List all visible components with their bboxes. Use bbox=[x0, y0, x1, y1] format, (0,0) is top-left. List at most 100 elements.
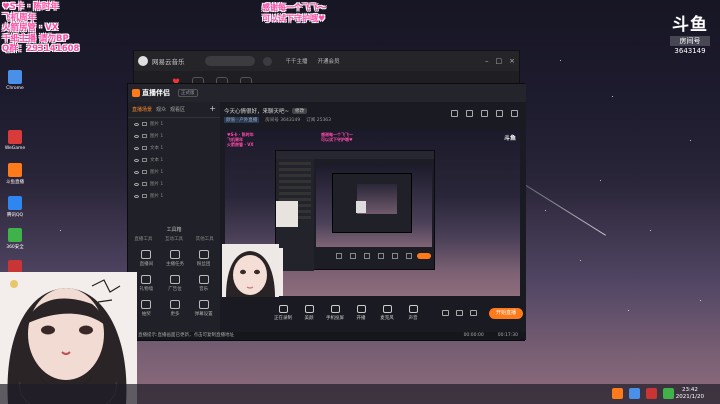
netease-user[interactable]: 千千主播 bbox=[286, 57, 308, 65]
visibility-icon[interactable] bbox=[134, 122, 139, 126]
webcam-face bbox=[222, 244, 279, 297]
tool-item[interactable]: 主播任务 bbox=[161, 250, 190, 267]
mic-button[interactable]: 麦克风 bbox=[374, 305, 400, 321]
microphone-icon[interactable] bbox=[262, 56, 272, 66]
visibility-icon[interactable] bbox=[134, 194, 139, 198]
tool-item[interactable]: 更多 bbox=[161, 300, 190, 317]
taskbar: 23:42 2021/1/20 bbox=[0, 384, 720, 404]
speaker-icon bbox=[408, 305, 418, 313]
tool-item[interactable]: 弹幕设置 bbox=[189, 300, 218, 317]
phone-icon bbox=[330, 305, 340, 313]
stream-title[interactable]: 今天心情很好，来聊天吧~ bbox=[224, 107, 289, 115]
visibility-icon[interactable] bbox=[134, 146, 139, 150]
danmaku-icon bbox=[198, 300, 209, 309]
desktop-icon-360[interactable]: 360安全 bbox=[2, 228, 28, 258]
taskbar-douyu-icon[interactable] bbox=[612, 388, 623, 399]
douyu-logo: 斗鱼 房间号 3643149 bbox=[670, 15, 710, 55]
gift-icon bbox=[141, 275, 152, 284]
add-scene-icon[interactable]: + bbox=[209, 105, 216, 113]
category-badge[interactable]: 颜值 · 户外直播 bbox=[224, 117, 260, 123]
settings-icon[interactable] bbox=[451, 110, 458, 117]
minimize-icon[interactable]: – bbox=[485, 57, 489, 65]
record-button[interactable]: 正在录制 bbox=[270, 305, 296, 321]
layout-icon[interactable] bbox=[481, 110, 488, 117]
scene-item[interactable]: 图片 1 bbox=[128, 190, 220, 202]
desktop-icon-wegame[interactable]: WeGame bbox=[2, 130, 28, 160]
scene-item[interactable]: 文本 1 bbox=[128, 154, 220, 166]
streamer-info-overlay: ♥S卡 · 陈时年 飞机周年 火箭房管 · VX 千纸主播 请勿BP Q群：29… bbox=[2, 2, 80, 55]
desktop-icon-douyu[interactable]: 斗鱼直播 bbox=[2, 163, 28, 193]
thanks-overlay: 感谢每一个飞飞～ 可以试下守护哦♥ bbox=[262, 3, 326, 23]
beauty-button[interactable]: 美颜 bbox=[296, 305, 322, 321]
ad-icon bbox=[169, 275, 180, 284]
text-icon bbox=[142, 146, 147, 150]
preview-overlay-text: ♥S卡 · 陈时年 飞机周年 火箭房管 · VX bbox=[227, 132, 254, 147]
gear-icon[interactable] bbox=[470, 310, 477, 316]
visibility-icon[interactable] bbox=[134, 158, 139, 162]
mirror-button[interactable]: 手机投屏 bbox=[322, 305, 348, 321]
tool-item[interactable]: 直播间 bbox=[132, 250, 161, 267]
beauty-icon bbox=[304, 305, 314, 313]
share-icon[interactable] bbox=[511, 110, 518, 117]
start-live-button[interactable]: 开始直播 bbox=[489, 307, 523, 319]
stream-controls: 正在录制 美颜 手机投屏 开播 麦克风 声音 开始直播 bbox=[220, 300, 526, 326]
desktop-icon-qq[interactable]: 腾讯QQ bbox=[2, 196, 28, 226]
toolbox-tab[interactable]: 直播工具 bbox=[134, 236, 152, 242]
scene-item[interactable]: 图片 1 bbox=[128, 178, 220, 190]
tool-item[interactable]: 广告位 bbox=[161, 275, 190, 292]
scene-item[interactable]: 图片 1 bbox=[128, 130, 220, 142]
live-app-logo: 直播伴侣 bbox=[132, 88, 170, 98]
taskbar-browser-icon[interactable] bbox=[629, 388, 640, 399]
netease-title: 网易云音乐 bbox=[152, 58, 185, 66]
scene-item[interactable]: 文本 1 bbox=[128, 142, 220, 154]
wegame-icon bbox=[8, 130, 22, 144]
broadcast-button[interactable]: 开播 bbox=[348, 305, 374, 321]
preview-douyu-logo: 斗鱼 bbox=[503, 135, 516, 142]
tab-viewing[interactable]: 观看区 bbox=[170, 106, 185, 113]
toolbox-grid: 直播间 主播任务 粉丝团 礼物墙 广告位 音乐 抽奖 更多 弹幕设置 bbox=[132, 250, 218, 317]
tool-item[interactable]: 音乐 bbox=[189, 275, 218, 292]
taskbar-app-icon[interactable] bbox=[663, 388, 674, 399]
more-options-icon[interactable] bbox=[496, 110, 503, 117]
image-icon bbox=[142, 122, 147, 126]
desktop-icon-chrome[interactable]: Chrome bbox=[2, 70, 28, 100]
scene-item[interactable]: 图片 1 bbox=[128, 118, 220, 130]
lottery-icon bbox=[141, 300, 152, 309]
taskbar-music-icon[interactable] bbox=[646, 388, 657, 399]
maximize-icon[interactable]: □ bbox=[496, 57, 503, 65]
tool-item[interactable]: 粉丝团 bbox=[189, 250, 218, 267]
status-bar: 直播提示:直播画面已更新，点击可复制直播地址 00:00:00 00:17:30 bbox=[128, 332, 526, 340]
visibility-icon[interactable] bbox=[134, 134, 139, 138]
camera-icon[interactable] bbox=[442, 310, 449, 316]
status-message: 直播提示:直播画面已更新，点击可复制直播地址 bbox=[138, 333, 235, 338]
text-icon bbox=[142, 158, 147, 162]
visibility-icon[interactable] bbox=[134, 170, 139, 174]
room-number: 房间号 3643149 bbox=[265, 118, 301, 123]
douyu-icon bbox=[8, 163, 22, 177]
task-icon bbox=[169, 250, 180, 259]
tab-audience[interactable]: 观众 bbox=[156, 106, 166, 113]
edit-title-button[interactable]: 修改 bbox=[292, 108, 308, 114]
fans-icon bbox=[198, 250, 209, 259]
stream-main: 今天心情很好，来聊天吧~ 修改 颜值 · 户外直播 房间号 3643149 订阅… bbox=[220, 102, 526, 334]
room-icon bbox=[141, 250, 152, 259]
eye-icon[interactable] bbox=[456, 310, 463, 316]
netease-titlebar: 网易云音乐 千千主播 开通会员 – □ × bbox=[134, 51, 519, 71]
taskbar-clock[interactable]: 23:42 2021/1/20 bbox=[676, 387, 704, 401]
clock-readout: 00:17:30 bbox=[497, 333, 518, 338]
volume-button[interactable]: 声音 bbox=[400, 305, 426, 321]
netease-search-input[interactable] bbox=[204, 56, 255, 66]
clip-icon[interactable] bbox=[466, 110, 473, 117]
netease-logo-icon bbox=[138, 56, 148, 66]
toolbox-tab[interactable]: 互动工具 bbox=[165, 236, 183, 242]
close-icon[interactable]: × bbox=[509, 57, 515, 65]
tab-scenes[interactable]: 直播场景 bbox=[132, 106, 152, 113]
netease-vip[interactable]: 开通会员 bbox=[318, 57, 340, 65]
live-companion-window: 直播伴侣 正式版 直播场景 观众 观看区 + 图片 1 图片 1 文本 1 文本… bbox=[127, 83, 526, 341]
scene-item[interactable]: 图片 1 bbox=[128, 166, 220, 178]
toolbox-tab[interactable]: 其他工具 bbox=[196, 236, 214, 242]
live-titlebar: 直播伴侣 正式版 bbox=[128, 84, 526, 102]
version-badge: 正式版 bbox=[178, 89, 198, 97]
live-duration: 00:00:00 bbox=[463, 333, 484, 338]
visibility-icon[interactable] bbox=[134, 182, 139, 186]
